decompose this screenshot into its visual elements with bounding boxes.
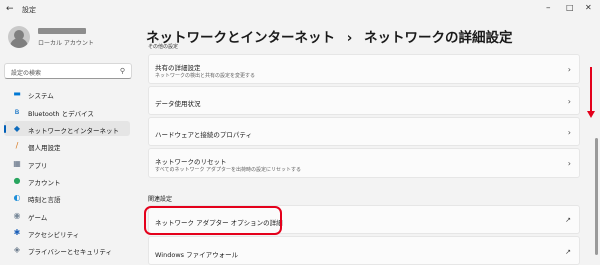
card-advanced-sharing[interactable]: 共有の詳細設定 ネットワークの検出と共有の設定を変更する › <box>148 54 580 84</box>
monitor-icon: ▬ <box>13 89 21 98</box>
chevron-right-icon: › <box>567 128 571 137</box>
accessibility-icon: ✱ <box>13 228 21 237</box>
card-title: 共有の詳細設定 <box>155 64 201 72</box>
external-link-icon: ↗ <box>565 216 571 224</box>
account-type: ローカル アカウント <box>38 40 94 47</box>
chevron-right-icon: › <box>567 159 571 168</box>
sidebar-item-label: アカウント <box>28 179 61 187</box>
annotation-highlight-box <box>144 206 282 235</box>
sidebar-item-label: 個人用設定 <box>28 144 61 152</box>
card-network-reset[interactable]: ネットワークのリセット すべてのネットワーク アダプターを出荷時の設定にリセット… <box>148 148 580 178</box>
sidebar-item-personalization[interactable]: / 個人用設定 <box>4 138 130 153</box>
user-name-redacted <box>38 28 86 34</box>
search-placeholder: 設定の検索 <box>11 70 42 77</box>
avatar <box>8 26 30 48</box>
card-data-usage[interactable]: データ使用状況 › <box>148 86 580 115</box>
card-windows-firewall[interactable]: Windows ファイアウォール ↗ <box>148 236 580 265</box>
minimize-button[interactable]: – <box>546 3 551 13</box>
shield-icon: ◈ <box>13 245 21 254</box>
search-icon: ⚲ <box>119 67 125 75</box>
search-input[interactable]: 設定の検索 ⚲ <box>4 63 132 79</box>
card-title: ネットワークのリセット <box>155 158 227 166</box>
sidebar-item-bluetooth[interactable]: ʙ Bluetooth とデバイス <box>4 104 130 119</box>
sidebar: ローカル アカウント 設定の検索 ⚲ ▬ システム ʙ Bluetooth とデ… <box>0 20 140 256</box>
section-heading-cut: その他の設定 <box>148 44 179 50</box>
close-button[interactable]: ✕ <box>585 3 592 12</box>
sidebar-item-time-language[interactable]: ◐ 時刻と言語 <box>4 190 130 205</box>
card-subtitle: ネットワークの検出と共有の設定を変更する <box>155 73 256 79</box>
scrollbar-thumb[interactable] <box>595 138 598 255</box>
wifi-icon: ◆ <box>13 124 21 133</box>
sidebar-item-label: ゲーム <box>28 214 48 222</box>
card-title: データ使用状況 <box>155 100 201 108</box>
sidebar-item-accounts[interactable]: ● アカウント <box>4 173 130 188</box>
card-title: ハードウェアと接続のプロパティ <box>155 131 252 139</box>
title-bar: ← 設定 – □ ✕ <box>0 0 600 20</box>
breadcrumb-current: ネットワークの詳細設定 <box>363 30 513 46</box>
bluetooth-icon: ʙ <box>14 107 20 116</box>
chevron-right-icon: › <box>567 65 571 74</box>
sidebar-item-label: アクセシビリティ <box>28 231 80 239</box>
sidebar-item-network[interactable]: ◆ ネットワークとインターネット <box>4 121 130 136</box>
brush-icon: / <box>15 141 19 150</box>
breadcrumb-separator: › <box>346 30 353 46</box>
sidebar-item-gaming[interactable]: ◉ ゲーム <box>4 208 130 223</box>
sidebar-item-label: 時刻と言語 <box>28 196 61 204</box>
app-title: 設定 <box>22 6 36 14</box>
annotation-arrow-down-icon <box>587 111 595 118</box>
sidebar-item-system[interactable]: ▬ システム <box>4 86 130 101</box>
main-content: ネットワークとインターネット › ネットワークの詳細設定 その他の設定 共有の詳… <box>140 20 600 265</box>
sidebar-item-label: アプリ <box>28 162 48 170</box>
sidebar-item-accessibility[interactable]: ✱ アクセシビリティ <box>4 225 130 240</box>
sidebar-item-label: システム <box>28 92 54 100</box>
sidebar-item-label: ネットワークとインターネット <box>28 127 119 135</box>
card-title: Windows ファイアウォール <box>155 251 239 259</box>
card-hardware-properties[interactable]: ハードウェアと接続のプロパティ › <box>148 117 580 146</box>
chevron-right-icon: › <box>567 97 571 106</box>
related-settings-heading: 関連設定 <box>148 196 173 203</box>
globe-clock-icon: ◐ <box>13 193 21 202</box>
maximize-button[interactable]: □ <box>566 3 574 12</box>
account-icon: ● <box>13 176 21 185</box>
page-title: ネットワークとインターネット › ネットワークの詳細設定 <box>146 26 512 46</box>
back-arrow-icon[interactable]: ← <box>6 4 14 14</box>
sidebar-item-label: Bluetooth とデバイス <box>28 110 94 118</box>
sidebar-item-apps[interactable]: ▦ アプリ <box>4 156 130 171</box>
annotation-arrow-line <box>590 67 592 113</box>
gamepad-icon: ◉ <box>13 211 21 220</box>
card-subtitle: すべてのネットワーク アダプターを出荷時の設定にリセットする <box>155 167 302 173</box>
apps-icon: ▦ <box>13 159 21 168</box>
